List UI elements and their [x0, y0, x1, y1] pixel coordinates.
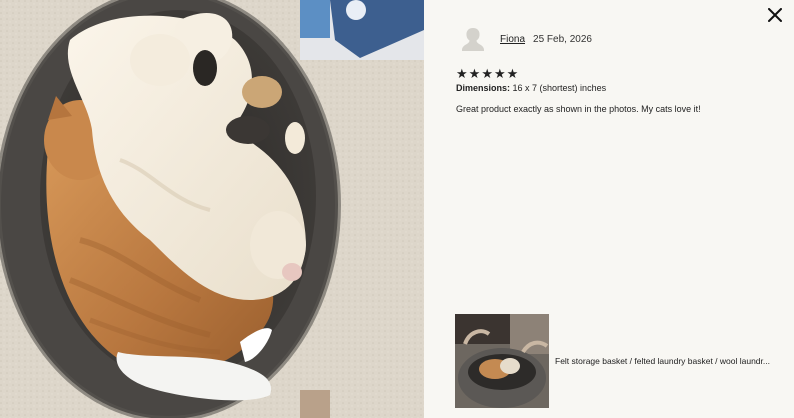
product-link[interactable]: Felt storage basket / felted laundry bas… — [455, 314, 793, 408]
star-icon: ★ — [481, 66, 493, 81]
product-thumbnail[interactable] — [455, 314, 549, 408]
reviewer-name-link[interactable]: Fiona — [500, 34, 525, 45]
review-date: 25 Feb, 2026 — [533, 33, 592, 45]
star-icon: ★ — [456, 66, 468, 81]
dimensions-label: Dimensions: — [456, 83, 511, 93]
person-silhouette-icon — [462, 28, 484, 51]
star-icon: ★ — [493, 66, 506, 81]
star-icon: ★ — [506, 66, 519, 81]
review-text: Great product exactly as shown in the ph… — [456, 104, 701, 114]
review-photo-image — [0, 0, 424, 418]
reviewer-info: Fiona 25 Feb, 2026 — [458, 24, 592, 54]
review-panel: Fiona 25 Feb, 2026 ★ ★ ★ ★ ★ Dimensions:… — [424, 0, 794, 418]
star-rating: ★ ★ ★ ★ ★ — [456, 67, 518, 80]
review-photo — [0, 0, 424, 418]
review-dimensions: Dimensions: 16 x 7 (shortest) inches — [456, 83, 606, 93]
close-button[interactable] — [764, 4, 786, 26]
dimensions-value: 16 x 7 (shortest) inches — [512, 83, 607, 93]
star-icon: ★ — [468, 66, 481, 81]
product-title[interactable]: Felt storage basket / felted laundry bas… — [555, 356, 793, 366]
close-icon[interactable] — [768, 8, 782, 22]
